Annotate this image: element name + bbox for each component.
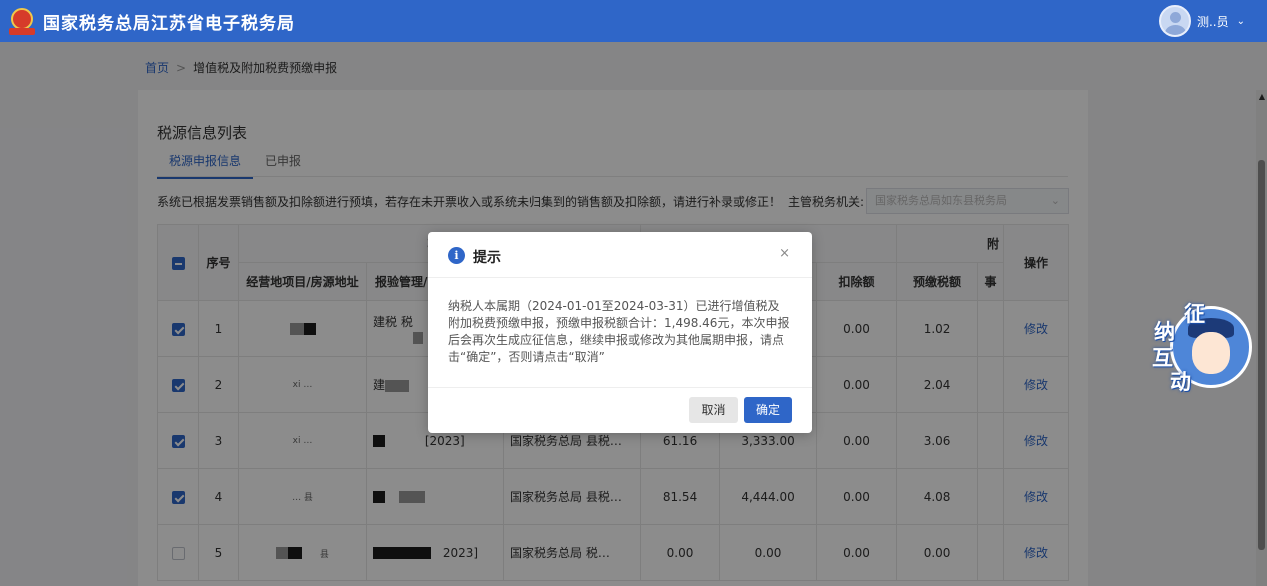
tax-emblem-icon	[9, 6, 35, 36]
interaction-mascot-widget[interactable]: 征 纳 互 动	[1148, 298, 1256, 398]
info-icon: i	[448, 247, 465, 264]
confirm-button[interactable]: 确定	[744, 397, 792, 423]
mascot-char-zheng: 征	[1184, 302, 1205, 326]
user-avatar-icon[interactable]	[1158, 5, 1191, 37]
dialog-message: 纳税人本属期（2024-01-01至2024-03-31）已进行增值税及附加税费…	[448, 299, 790, 364]
close-icon[interactable]: ×	[779, 246, 790, 261]
top-header: 国家税务总局江苏省电子税务局 测..员 ⌄	[0, 0, 1267, 42]
cancel-button[interactable]: 取消	[689, 397, 738, 423]
user-menu[interactable]: 测..员 ⌄	[1158, 5, 1245, 37]
chevron-down-icon[interactable]: ⌄	[1237, 16, 1245, 27]
mascot-char-dong: 动	[1170, 370, 1191, 394]
user-name[interactable]: 测..员	[1197, 13, 1229, 30]
site-title: 国家税务总局江苏省电子税务局	[43, 13, 295, 34]
prompt-dialog: i 提示 × 纳税人本属期（2024-01-01至2024-03-31）已进行增…	[428, 232, 812, 433]
dialog-title: 提示	[473, 250, 501, 266]
dialog-footer-divider	[428, 387, 812, 388]
dialog-header: i 提示 ×	[428, 232, 812, 278]
mascot-face-icon	[1192, 332, 1230, 374]
